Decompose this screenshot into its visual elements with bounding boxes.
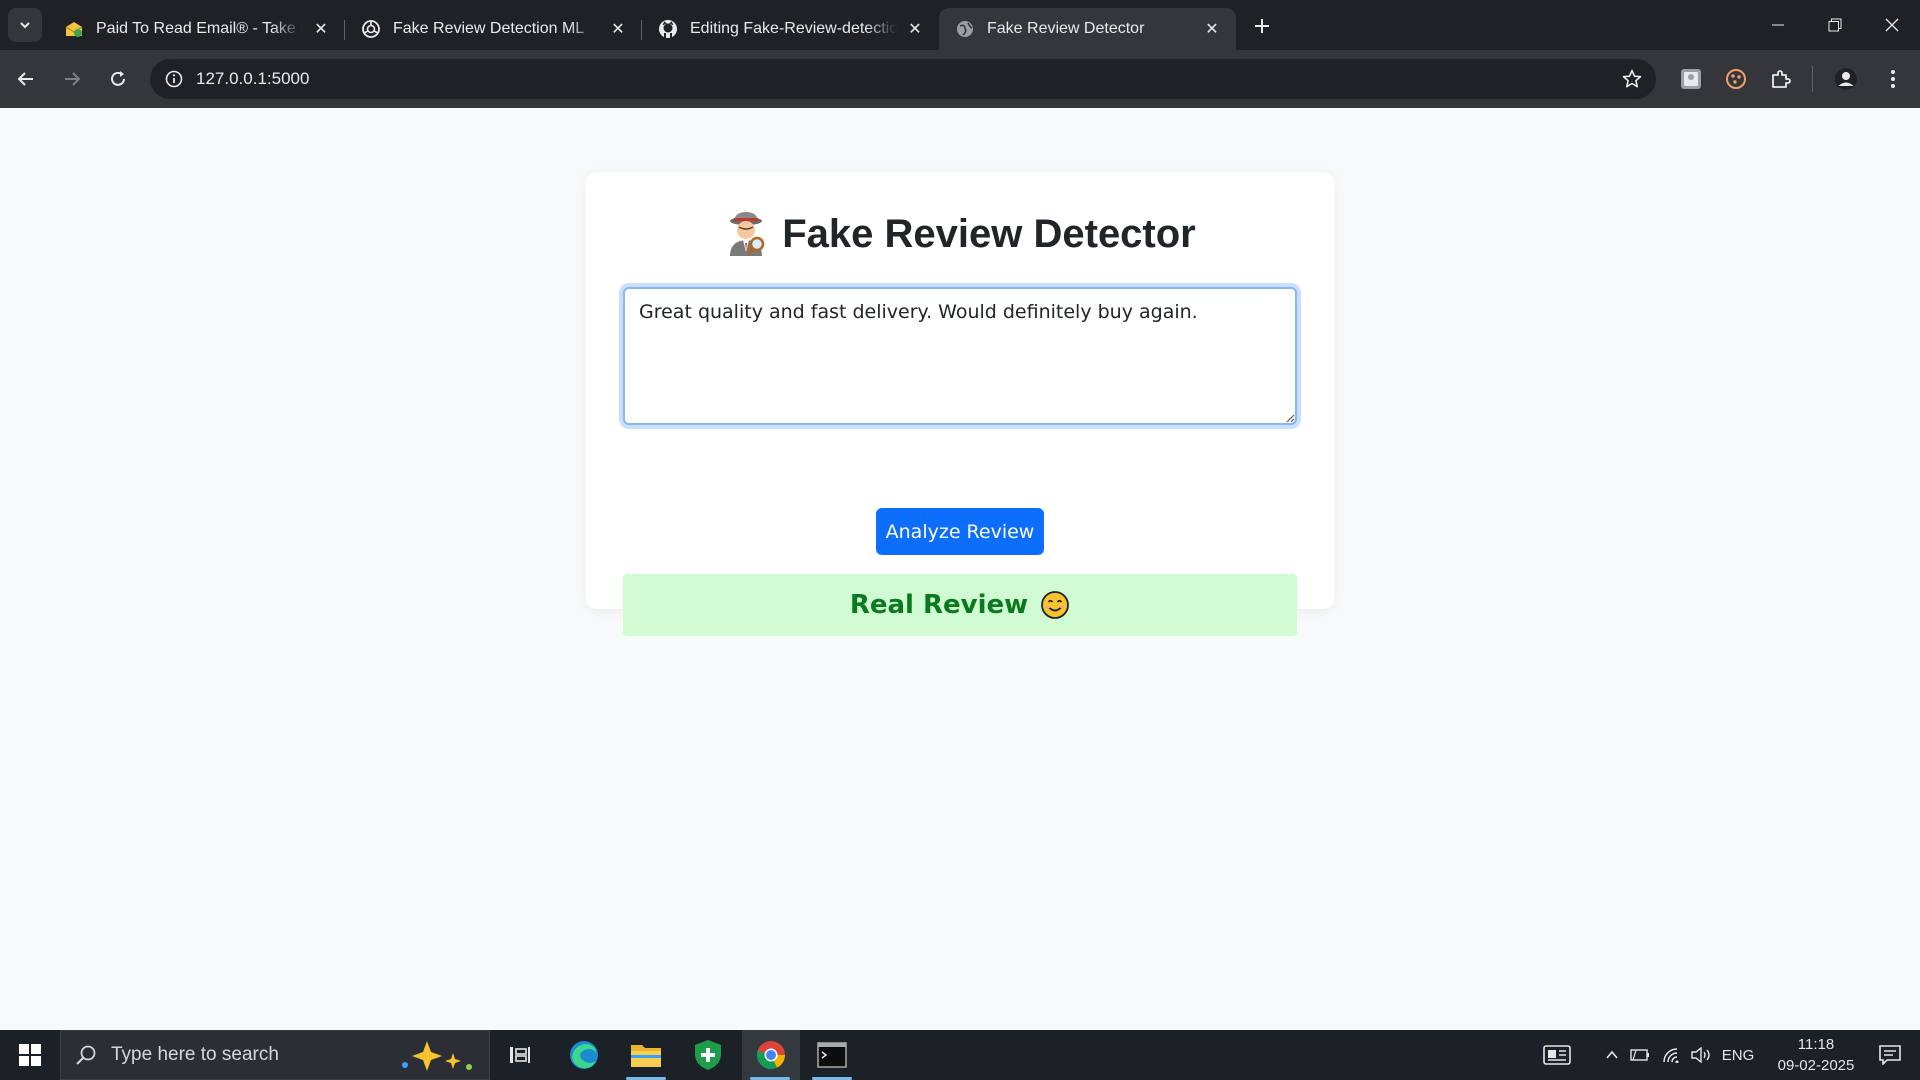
file-explorer-app[interactable] bbox=[618, 1030, 674, 1080]
news-widget-icon bbox=[1543, 1045, 1571, 1065]
result-banner: Real Review bbox=[623, 574, 1297, 636]
extension-photo-icon[interactable] bbox=[1675, 63, 1707, 95]
page-title-text: Fake Review Detector bbox=[782, 211, 1196, 256]
close-icon bbox=[1885, 18, 1898, 32]
network-indicator[interactable] bbox=[1658, 1030, 1686, 1080]
tab-title: Fake Review Detection ML bbox=[393, 20, 585, 37]
terminal-icon bbox=[817, 1042, 847, 1068]
folder-icon bbox=[631, 1045, 661, 1067]
smiling-face-emoji-icon bbox=[1040, 590, 1070, 620]
close-icon[interactable]: ✕ bbox=[1202, 19, 1222, 39]
restore-button[interactable] bbox=[1806, 0, 1863, 50]
browser-menu-button[interactable] bbox=[1877, 63, 1909, 95]
edge-icon bbox=[570, 1041, 598, 1069]
profile-avatar-icon[interactable] bbox=[1830, 63, 1862, 95]
more-vertical-icon bbox=[1891, 70, 1895, 88]
reload-icon bbox=[111, 71, 125, 86]
battery-indicator[interactable] bbox=[1628, 1030, 1652, 1080]
close-window-button[interactable] bbox=[1863, 0, 1920, 50]
tab-search-button[interactable] bbox=[8, 8, 42, 42]
envelope-money-icon bbox=[64, 19, 84, 39]
tab-title: Paid To Read Email® - Take Paid bbox=[96, 20, 303, 37]
security-app[interactable] bbox=[680, 1030, 736, 1080]
chrome-icon bbox=[756, 1041, 785, 1069]
plus-icon bbox=[1255, 19, 1269, 33]
forward-button[interactable] bbox=[52, 59, 92, 99]
speaker-icon bbox=[1691, 1047, 1710, 1063]
close-icon[interactable]: ✕ bbox=[311, 19, 331, 39]
detective-emoji-icon bbox=[724, 210, 768, 258]
language-indicator[interactable]: ENG bbox=[1718, 1030, 1758, 1080]
tab-fake-review-ml[interactable]: Fake Review Detection ML ✕ bbox=[345, 8, 642, 50]
arrow-left-icon bbox=[17, 72, 33, 86]
task-view-icon bbox=[510, 1047, 530, 1063]
tab-title: Fake Review Detector bbox=[987, 20, 1145, 37]
search-icon bbox=[76, 1045, 96, 1065]
minimize-icon bbox=[1771, 24, 1784, 26]
tray-overflow-button[interactable] bbox=[1600, 1030, 1624, 1080]
review-textarea[interactable]: Great quality and fast delivery. Would d… bbox=[623, 287, 1297, 425]
widgets-button[interactable] bbox=[1540, 1030, 1574, 1080]
address-text: 127.0.0.1:5000 bbox=[196, 69, 310, 88]
shield-icon bbox=[695, 1040, 721, 1070]
notification-icon bbox=[1879, 1045, 1901, 1065]
github-icon bbox=[658, 19, 678, 39]
resize-grip-icon[interactable] bbox=[1285, 413, 1295, 423]
detector-card: Fake Review Detector Great quality and f… bbox=[585, 172, 1335, 636]
minimize-button[interactable] bbox=[1749, 0, 1806, 50]
start-button[interactable] bbox=[0, 1030, 60, 1080]
result-text: Real Review bbox=[849, 590, 1029, 620]
volume-indicator[interactable] bbox=[1688, 1030, 1714, 1080]
terminal-app[interactable] bbox=[804, 1030, 860, 1080]
page-viewport: Fake Review Detector Great quality and f… bbox=[0, 108, 1920, 1030]
extension-cookie-icon[interactable] bbox=[1720, 63, 1752, 95]
tab-title: Editing Fake-Review-detection-ML bbox=[690, 20, 897, 37]
battery-icon bbox=[1630, 1049, 1649, 1061]
close-icon[interactable]: ✕ bbox=[905, 19, 925, 39]
wifi-icon bbox=[1663, 1048, 1679, 1063]
reload-button[interactable] bbox=[98, 59, 138, 99]
tab-github-editing[interactable]: Editing Fake-Review-detection-ML ✕ bbox=[642, 8, 939, 50]
system-clock[interactable]: 11:18 09-02-2025 bbox=[1756, 1034, 1876, 1076]
taskbar-search-box[interactable]: Type here to search bbox=[60, 1030, 490, 1080]
chevron-down-icon bbox=[20, 22, 30, 29]
task-view-button[interactable] bbox=[492, 1030, 548, 1080]
site-info-icon[interactable] bbox=[154, 59, 194, 99]
windows-logo-icon bbox=[19, 1044, 41, 1066]
tab-paid-to-read[interactable]: Paid To Read Email® - Take Paid ✕ bbox=[48, 8, 345, 50]
globe-icon bbox=[955, 19, 975, 39]
tab-strip: Paid To Read Email® - Take Paid ✕ Fake R… bbox=[0, 0, 1920, 50]
windows-taskbar: Type here to search ENG 11:18 09-02-2025 bbox=[0, 1030, 1920, 1080]
browser-toolbar: 127.0.0.1:5000 bbox=[0, 50, 1920, 108]
arrow-right-icon bbox=[65, 72, 81, 86]
sparkle-icon bbox=[402, 1041, 472, 1071]
bookmark-star-icon[interactable] bbox=[1620, 67, 1644, 91]
page-title: Fake Review Detector bbox=[585, 210, 1335, 258]
tab-fake-review-detector[interactable]: Fake Review Detector ✕ bbox=[939, 8, 1236, 50]
close-icon[interactable]: ✕ bbox=[608, 19, 628, 39]
new-tab-button[interactable] bbox=[1244, 8, 1280, 44]
edge-app[interactable] bbox=[556, 1030, 612, 1080]
clock-date: 09-02-2025 bbox=[1777, 1057, 1855, 1074]
openai-icon bbox=[361, 19, 381, 39]
back-button[interactable] bbox=[6, 59, 46, 99]
chevron-up-icon bbox=[1606, 1050, 1618, 1059]
clock-time: 11:18 bbox=[1797, 1036, 1835, 1053]
puzzle-extensions-icon[interactable] bbox=[1765, 63, 1797, 95]
restore-icon bbox=[1828, 18, 1841, 32]
chrome-app[interactable] bbox=[742, 1030, 800, 1080]
search-placeholder: Type here to search bbox=[111, 1044, 279, 1065]
analyze-review-button[interactable]: Analyze Review bbox=[876, 508, 1044, 555]
notification-center-button[interactable] bbox=[1864, 1030, 1916, 1080]
address-bar[interactable]: 127.0.0.1:5000 bbox=[150, 59, 1656, 99]
